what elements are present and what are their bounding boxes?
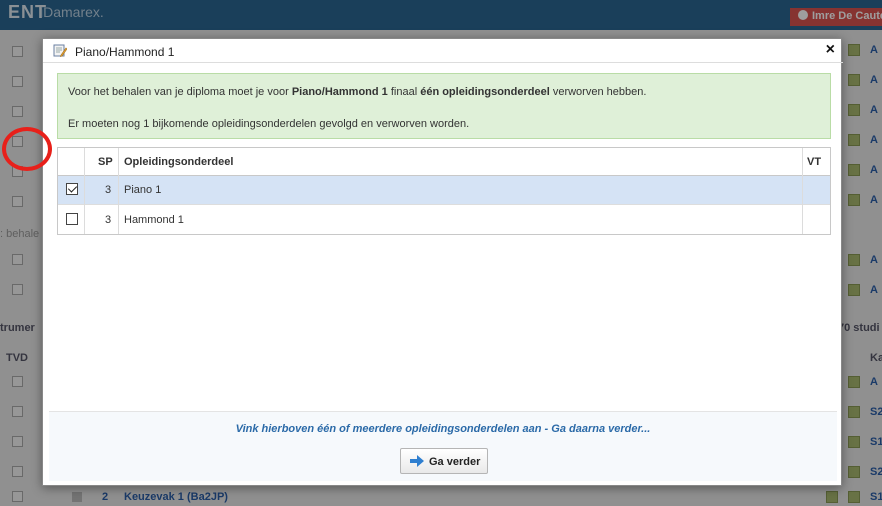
course-table: SP Opleidingsonderdeel VT 3 Piano 1 3 Ha…: [57, 147, 831, 235]
alert-requirement: één opleidingsonderdeel: [420, 86, 550, 98]
row-checkbox-checked[interactable]: [66, 183, 78, 195]
column-divider: [802, 148, 803, 234]
table-row[interactable]: 3 Hammond 1: [58, 206, 830, 235]
continue-label: Ga verder: [429, 456, 481, 468]
row-course-name: Piano 1: [124, 184, 162, 196]
row-sp: 3: [105, 184, 112, 196]
arrow-right-icon: [410, 455, 424, 467]
header-vt[interactable]: VT: [807, 156, 821, 168]
info-alert: Voor het behalen van je diploma moet je …: [57, 73, 831, 139]
header-sp[interactable]: SP: [98, 156, 113, 168]
row-sp: 3: [105, 214, 112, 226]
row-checkbox[interactable]: [66, 213, 78, 225]
dialog-title: Piano/Hammond 1: [75, 45, 175, 59]
column-divider: [84, 148, 85, 234]
continue-button[interactable]: Ga verder: [400, 448, 488, 474]
alert-requirement-text: Voor het behalen van je diploma moet je …: [68, 86, 646, 98]
footer-hint: Vink hierboven één of meerdere opleiding…: [235, 423, 651, 435]
table-header: SP Opleidingsonderdeel VT: [58, 148, 830, 176]
alert-remaining-text: Er moeten nog 1 bijkomende opleidingsond…: [68, 118, 470, 130]
alert-text: verworven hebben.: [549, 86, 647, 98]
dialog-titlebar: Piano/Hammond 1 ×: [43, 39, 843, 63]
table-row[interactable]: 3 Piano 1: [58, 176, 830, 205]
alert-text: Voor het behalen van je diploma moet je …: [68, 86, 292, 98]
annotation-circle: [2, 127, 52, 171]
edit-document-icon: [53, 44, 67, 57]
row-course-name: Hammond 1: [124, 214, 184, 226]
course-selection-dialog: Piano/Hammond 1 × Voor het behalen van j…: [42, 38, 843, 486]
close-icon[interactable]: ×: [826, 41, 835, 59]
alert-text: finaal: [387, 86, 421, 98]
column-divider: [118, 148, 119, 234]
dialog-footer: Vink hierboven één of meerdere opleiding…: [49, 411, 837, 481]
header-course[interactable]: Opleidingsonderdeel: [124, 156, 233, 168]
alert-course-name: Piano/Hammond 1: [291, 86, 388, 98]
